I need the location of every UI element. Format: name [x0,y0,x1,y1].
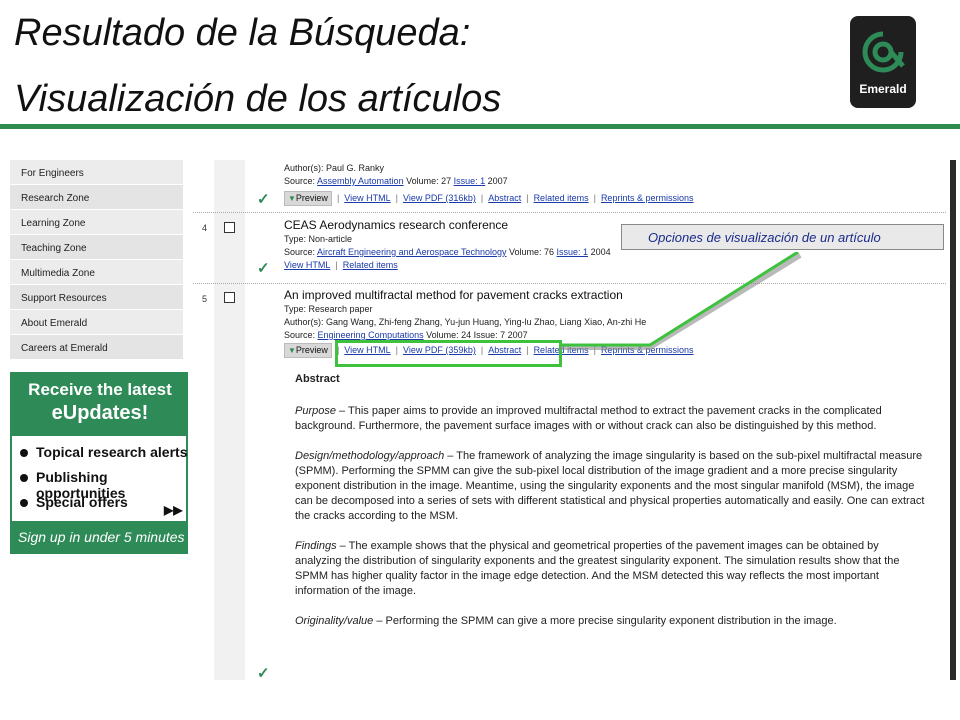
promo-bullet: Topical research alerts [18,444,188,469]
preview-triangle-icon: ▼ [288,194,296,203]
abstract-findings: Findings – The example shows that the ph… [295,540,900,597]
results-gutter [214,160,245,680]
promo-bullet: Publishing opportunities [18,469,188,501]
row-divider [193,212,946,213]
abstract-heading: Abstract [295,373,340,385]
sidebar-nav: For Engineers Research Zone Learning Zon… [10,160,183,360]
view-pdf-link[interactable]: View PDF (316kb) [403,193,476,203]
sidebar-item-about-emerald[interactable]: About Emerald [10,310,183,335]
preview-button[interactable]: ▼Preview [284,191,332,206]
view-html-link[interactable]: View HTML [344,193,390,203]
abstract-panel: Abstract Purpose – This paper aims to pr… [295,372,925,644]
related-items-link[interactable]: Related items [343,260,398,270]
logo-text: Emerald [859,82,907,96]
abstract-originality: Originality/value – Performing the SPMM … [295,615,837,627]
promo-bullet: Special offers [18,494,188,519]
preview-button[interactable]: ▼Preview [284,343,332,358]
result-type: Type: Non-article [284,234,353,244]
checkmark-icon: ✓ [257,665,270,682]
title-divider [0,124,960,129]
callout-label: Opciones de visualización de un artículo [621,224,944,250]
view-options-highlight [335,340,562,367]
sidebar-item-teaching-zone[interactable]: Teaching Zone [10,235,183,260]
result-number: 4 [202,223,208,233]
checkmark-icon: ✓ [257,260,270,277]
slide-title-line2: Visualización de los artículos [14,78,502,120]
checkmark-icon: ✓ [257,191,270,208]
callout-connector [560,252,802,350]
emerald-logo-icon [862,31,905,73]
promo-heading-eupdates: eUpdates! [51,402,149,424]
sidebar-item-for-engineers[interactable]: For Engineers [10,160,183,185]
promo-bullet-list: Topical research alerts Publishing oppor… [18,444,188,519]
sidebar-item-research-zone[interactable]: Research Zone [10,185,183,210]
source-journal-link[interactable]: Aircraft Engineering and Aerospace Techn… [317,247,506,257]
result-item-3: Author(s): Paul G. Ranky Source: Assembl… [284,162,693,206]
related-items-link[interactable]: Related items [534,193,589,203]
result-authors: Author(s): Paul G. Ranky [284,163,385,173]
sidebar-item-careers[interactable]: Careers at Emerald [10,335,183,360]
preview-triangle-icon: ▼ [288,346,296,355]
view-html-link[interactable]: View HTML [284,260,330,270]
reprints-link[interactable]: Reprints & permissions [601,193,694,203]
page-edge [950,160,956,680]
sidebar-item-multimedia-zone[interactable]: Multimedia Zone [10,260,183,285]
source-journal-link[interactable]: Engineering Computations [318,330,424,340]
double-arrow-icon[interactable]: ▶▶ [164,503,182,517]
promo-heading: Receive the latest [28,380,172,399]
abstract-purpose: Purpose – This paper aims to provide an … [295,405,882,432]
sidebar-item-support-resources[interactable]: Support Resources [10,285,183,310]
promo-signup-link[interactable]: Sign up in under 5 minutes [12,521,186,552]
source-journal-link[interactable]: Assembly Automation [317,176,404,186]
checkbox-icon[interactable] [224,222,235,233]
sidebar-item-learning-zone[interactable]: Learning Zone [10,210,183,235]
checkbox-icon[interactable] [224,292,235,303]
emerald-logo: Emerald [850,16,916,108]
source-issue-link[interactable]: Issue: 1 [454,176,486,186]
eupdates-promo-banner[interactable]: Receive the latest eUpdates! Topical res… [10,372,188,554]
result-number: 5 [202,294,208,304]
slide-title-line1: Resultado de la Búsqueda: [14,12,471,54]
abstract-design: Design/methodology/approach – The framew… [295,450,925,522]
result-actions: ▼Preview | View HTML | View PDF (316kb) | Abst… [284,191,693,206]
result-title[interactable]: CEAS Aerodynamics research conference [284,218,611,233]
abstract-link[interactable]: Abstract [488,193,521,203]
result-source: Source: Assembly Automation Volume: 27 I… [284,176,508,186]
